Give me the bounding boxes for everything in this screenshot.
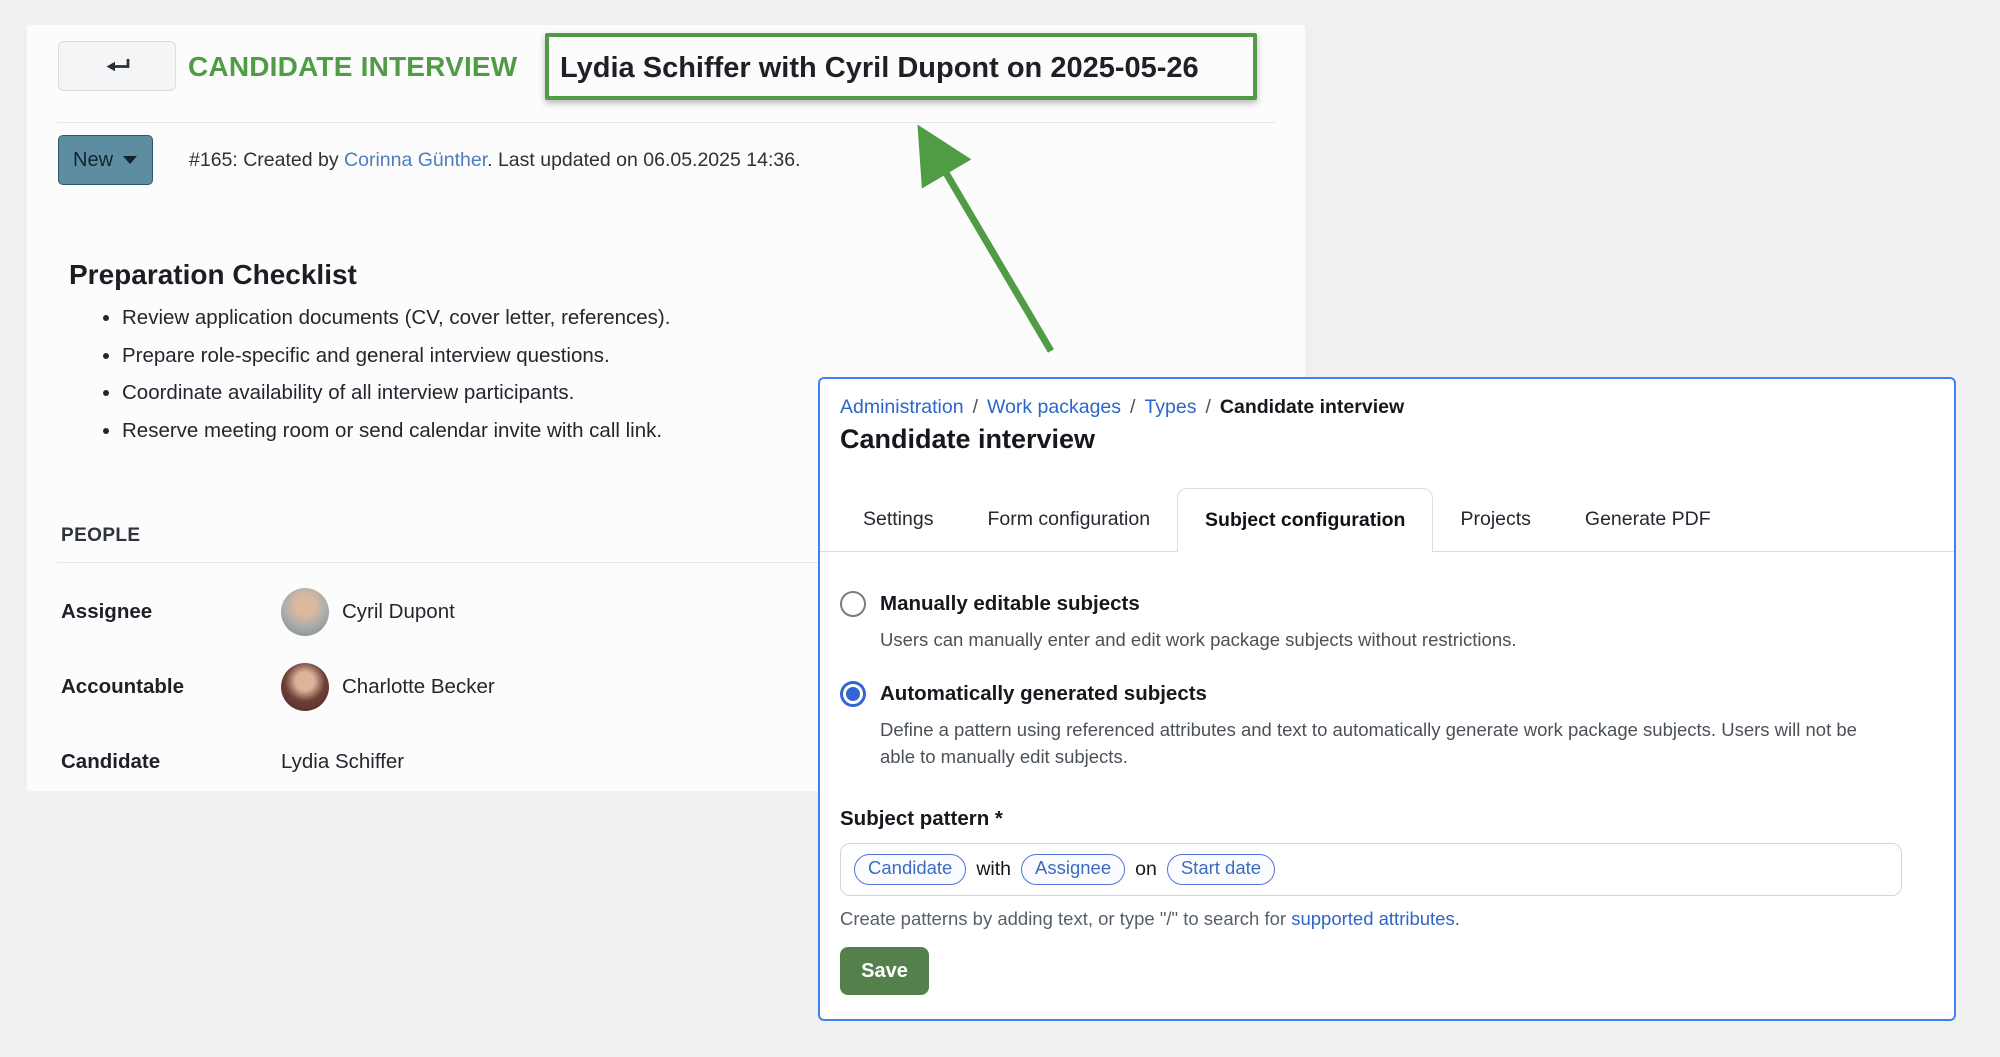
pattern-text: with (976, 858, 1011, 881)
option-description: Users can manually enter and edit work p… (880, 627, 1890, 654)
pattern-text: on (1135, 858, 1157, 881)
breadcrumb: Administration / Work packages / Types /… (840, 396, 1404, 419)
tab-form-configuration[interactable]: Form configuration (960, 488, 1177, 551)
checklist-item: Reserve meeting room or send calendar in… (122, 419, 670, 443)
radio-row[interactable]: Manually editable subjects (840, 591, 1924, 617)
pattern-token-candidate[interactable]: Candidate (854, 854, 966, 884)
status-row: New #165: Created by Corinna Günther. La… (58, 135, 1265, 185)
attribute-value[interactable]: Lydia Schiffer (281, 750, 404, 774)
user-avatar (281, 588, 329, 636)
user-name-link[interactable]: Charlotte Becker (342, 675, 495, 699)
description-heading: Preparation Checklist (69, 259, 357, 291)
status-label: New (73, 149, 113, 172)
supported-attributes-link[interactable]: supported attributes (1291, 908, 1455, 929)
work-package-meta: #165: Created by Corinna Günther. Last u… (189, 149, 800, 172)
status-dropdown-button[interactable]: New (58, 135, 153, 185)
subject-pattern-input[interactable]: Candidate with Assignee on Start date (840, 843, 1902, 896)
option-auto-subjects: Automatically generated subjects Define … (840, 681, 1924, 771)
tab-generate-pdf[interactable]: Generate PDF (1558, 488, 1738, 551)
breadcrumb-link-types[interactable]: Types (1144, 396, 1196, 419)
radio-row[interactable]: Automatically generated subjects (840, 681, 1924, 707)
option-manual-subjects: Manually editable subjects Users can man… (840, 591, 1924, 654)
checklist-item: Review application documents (CV, cover … (122, 306, 670, 330)
attribute-label: Assignee (61, 600, 281, 624)
option-label: Automatically generated subjects (880, 682, 1207, 706)
work-package-type-label: CANDIDATE INTERVIEW (188, 51, 517, 83)
pattern-helper-text: Create patterns by adding text, or type … (840, 908, 1460, 930)
user-avatar (281, 663, 329, 711)
attribute-label: Candidate (61, 750, 281, 774)
option-description: Define a pattern using referenced attrib… (880, 717, 1890, 771)
type-admin-overlay: Administration / Work packages / Types /… (818, 377, 1956, 1021)
breadcrumb-separator: / (1130, 396, 1135, 419)
page-background: CANDIDATE INTERVIEW Lydia Schiffer with … (0, 0, 2000, 1057)
meta-suffix: . Last updated on 06.05.2025 14:36. (487, 149, 800, 171)
breadcrumb-current: Candidate interview (1220, 396, 1404, 419)
arrow-back-icon (104, 56, 131, 76)
meta-prefix: #165: Created by (189, 149, 344, 171)
author-link[interactable]: Corinna Günther (344, 149, 487, 171)
checklist: Review application documents (CV, cover … (99, 306, 670, 456)
people-group-heading: PEOPLE (61, 525, 140, 547)
helper-prefix: Create patterns by adding text, or type … (840, 908, 1291, 929)
header-divider (57, 122, 1275, 123)
pattern-token-assignee[interactable]: Assignee (1021, 854, 1125, 884)
save-button[interactable]: Save (840, 947, 929, 995)
back-button[interactable] (58, 41, 176, 91)
pattern-token-start-date[interactable]: Start date (1167, 854, 1275, 884)
checklist-item: Coordinate availability of all interview… (122, 381, 670, 405)
helper-suffix: . (1455, 908, 1460, 929)
tab-projects[interactable]: Projects (1433, 488, 1557, 551)
radio-unselected-icon[interactable] (840, 591, 866, 617)
page-title: Candidate interview (840, 424, 1095, 455)
work-package-subject[interactable]: Lydia Schiffer with Cyril Dupont on 2025… (560, 52, 1199, 85)
checklist-item: Prepare role-specific and general interv… (122, 344, 670, 368)
user-name-link[interactable]: Cyril Dupont (342, 600, 455, 624)
radio-selected-icon[interactable] (840, 681, 866, 707)
subject-pattern-label: Subject pattern * (840, 807, 1003, 831)
breadcrumb-separator: / (973, 396, 978, 419)
caret-down-icon (123, 156, 137, 164)
tab-subject-configuration[interactable]: Subject configuration (1177, 488, 1433, 552)
tab-settings[interactable]: Settings (836, 488, 960, 551)
breadcrumb-link-administration[interactable]: Administration (840, 396, 964, 419)
option-label: Manually editable subjects (880, 592, 1140, 616)
breadcrumb-link-work-packages[interactable]: Work packages (987, 396, 1121, 419)
attribute-label: Accountable (61, 675, 281, 699)
tab-bar: Settings Form configuration Subject conf… (820, 488, 1954, 552)
breadcrumb-separator: / (1205, 396, 1210, 419)
